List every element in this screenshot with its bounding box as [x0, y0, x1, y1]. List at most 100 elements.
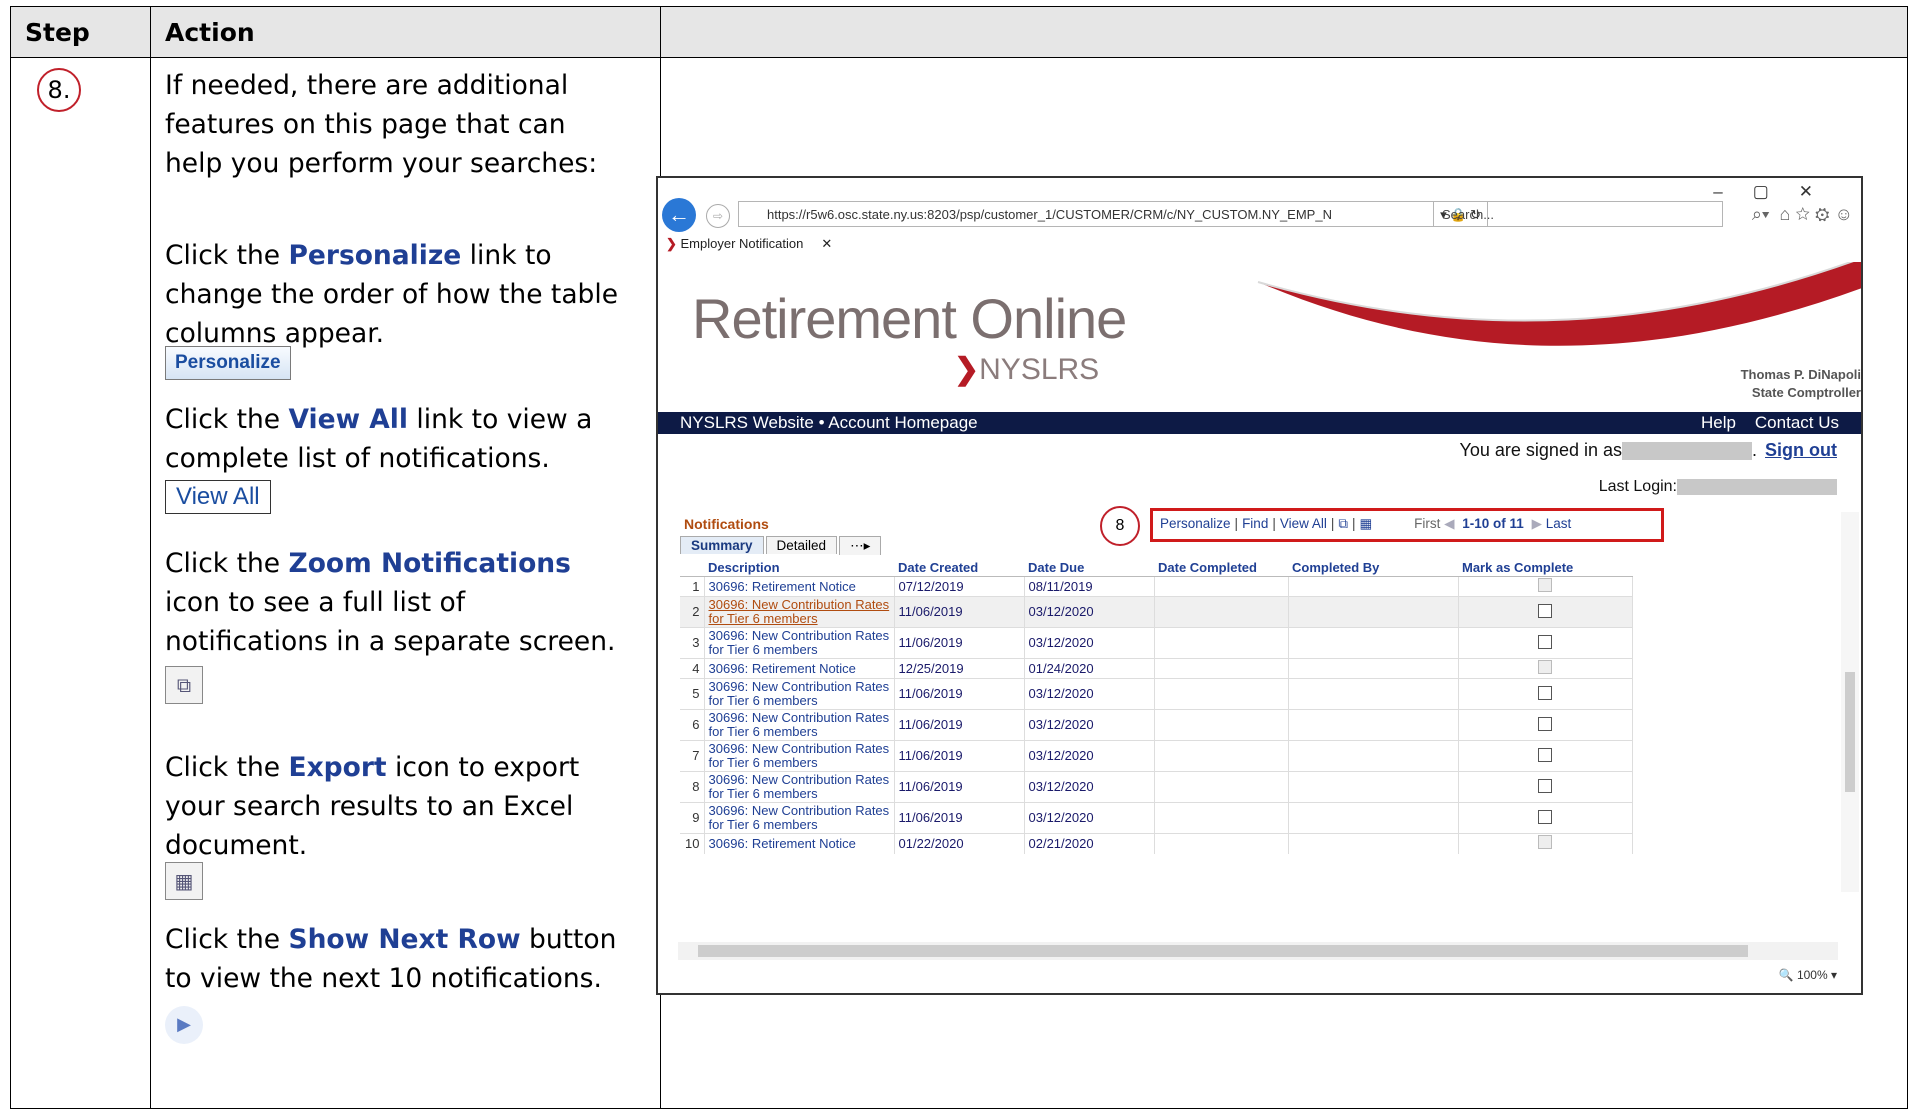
- row-count: 1-10 of 11: [1462, 516, 1524, 531]
- tab-detailed[interactable]: Detailed: [765, 536, 838, 554]
- date-completed: [1154, 709, 1289, 741]
- date-created: 11/06/2019: [894, 627, 1025, 659]
- zoom-level[interactable]: 🔍 100% ▾: [1779, 968, 1837, 982]
- zoom-icon[interactable]: ⧉: [1338, 516, 1348, 531]
- export-icon: ▦: [165, 862, 203, 900]
- date-created: 11/06/2019: [894, 802, 1025, 834]
- date-created: 11/06/2019: [894, 596, 1025, 628]
- notification-link[interactable]: 30696: Retirement Notice: [704, 576, 895, 597]
- notification-link[interactable]: 30696: Retirement Notice: [704, 658, 895, 679]
- notification-link[interactable]: 30696: New Contribution Rates for Tier 6…: [704, 802, 895, 834]
- mark-complete-cell: [1458, 771, 1633, 803]
- personalize-button-image: Personalize: [165, 346, 291, 380]
- date-completed: [1154, 596, 1289, 628]
- horizontal-scrollbar[interactable]: [678, 942, 1838, 960]
- completed-by: [1288, 576, 1459, 597]
- nav-right-links[interactable]: Help Contact Us: [1701, 412, 1839, 434]
- back-arrow-icon[interactable]: ←: [662, 198, 696, 232]
- browser-search-input[interactable]: Search...: [1433, 201, 1723, 227]
- browser-tab[interactable]: ❯ Employer Notification ✕: [666, 236, 906, 260]
- table-row: 10 30696: Retirement Notice 01/22/2020 02/2…: [680, 833, 1633, 854]
- last-link[interactable]: Last: [1546, 516, 1572, 531]
- date-completed: [1154, 658, 1289, 679]
- mark-complete-checkbox[interactable]: [1538, 747, 1552, 762]
- row-number: 1: [680, 576, 705, 597]
- table-row: 6 30696: New Contribution Rates for Tier …: [680, 709, 1633, 741]
- step-number-badge: 8.: [37, 68, 81, 112]
- viewall-instruction: Click the View All link to view a comple…: [165, 404, 593, 474]
- site-navbar: NYSLRS Website • Account Homepage Help C…: [658, 412, 1861, 434]
- find-link[interactable]: Find: [1242, 516, 1268, 531]
- viewall-term: View All: [288, 404, 408, 435]
- mark-complete-cell: [1458, 678, 1633, 710]
- window-controls[interactable]: –▢✕: [1713, 182, 1843, 202]
- next-row-icon[interactable]: ▶: [1532, 516, 1542, 531]
- notification-link[interactable]: 30696: New Contribution Rates for Tier 6…: [704, 596, 895, 628]
- date-created: 01/22/2020: [894, 833, 1025, 854]
- personalize-link[interactable]: Personalize: [1160, 516, 1231, 531]
- notification-link[interactable]: 30696: Retirement Notice: [704, 833, 895, 854]
- notification-link[interactable]: 30696: New Contribution Rates for Tier 6…: [704, 678, 895, 710]
- notification-link[interactable]: 30696: New Contribution Rates for Tier 6…: [704, 740, 895, 772]
- step-cell: 8.: [10, 57, 151, 1109]
- retirement-online-logo: Retirement Online: [692, 287, 1127, 350]
- redacted-date: [1677, 478, 1837, 495]
- mark-complete-checkbox: [1538, 660, 1552, 674]
- last-login: Last Login:: [1599, 478, 1837, 496]
- notification-link[interactable]: 30696: New Contribution Rates for Tier 6…: [704, 709, 895, 741]
- date-due: 03/12/2020: [1024, 678, 1155, 710]
- vertical-scrollbar[interactable]: [1841, 512, 1859, 892]
- view-all-link[interactable]: View All: [1280, 516, 1327, 531]
- prev-row-icon[interactable]: ◀: [1444, 516, 1454, 531]
- completed-by: [1288, 740, 1459, 772]
- notification-link[interactable]: 30696: New Contribution Rates for Tier 6…: [704, 771, 895, 803]
- comptroller-credit: Thomas P. DiNapoli State Comptroller: [1740, 367, 1861, 400]
- date-completed: [1154, 802, 1289, 834]
- zoom-notifications-icon: ⧉: [165, 666, 203, 704]
- export-instruction: Click the Export icon to export your sea…: [165, 752, 580, 861]
- mark-complete-cell: [1458, 833, 1633, 854]
- completed-by: [1288, 802, 1459, 834]
- mark-complete-cell: [1458, 627, 1633, 659]
- show-next-row-icon: ▶: [165, 1006, 203, 1044]
- forward-arrow-icon[interactable]: ⇨: [706, 204, 730, 228]
- date-completed: [1154, 771, 1289, 803]
- browser-screenshot: –▢✕ ← ⇨ https://r5w6.osc.state.ny.us:820…: [656, 176, 1863, 995]
- completed-by: [1288, 658, 1459, 679]
- nav-left-links[interactable]: NYSLRS Website • Account Homepage: [680, 412, 978, 434]
- date-completed: [1154, 833, 1289, 854]
- address-bar[interactable]: https://r5w6.osc.state.ny.us:8203/psp/cu…: [738, 201, 1488, 227]
- table-row: 7 30696: New Contribution Rates for Tier …: [680, 740, 1633, 772]
- date-created: 11/06/2019: [894, 771, 1025, 803]
- notification-link[interactable]: 30696: New Contribution Rates for Tier 6…: [704, 627, 895, 659]
- mark-complete-checkbox[interactable]: [1538, 634, 1552, 649]
- completed-by: [1288, 678, 1459, 710]
- table-header-row: Description Date Created Date Due Date C…: [680, 558, 1632, 577]
- mark-complete-checkbox[interactable]: [1538, 685, 1552, 700]
- mark-complete-checkbox[interactable]: [1538, 603, 1552, 618]
- date-due: 03/12/2020: [1024, 627, 1155, 659]
- mark-complete-cell: [1458, 576, 1633, 597]
- date-due: 03/12/2020: [1024, 771, 1155, 803]
- col-date-created: Date Created: [894, 558, 1024, 577]
- browser-toolbar: –▢✕ ← ⇨ https://r5w6.osc.state.ny.us:820…: [658, 178, 1861, 240]
- sign-out-link[interactable]: Sign out: [1765, 440, 1837, 460]
- completed-by: [1288, 709, 1459, 741]
- export-grid-icon[interactable]: ▦: [1360, 516, 1373, 531]
- mark-complete-checkbox[interactable]: [1538, 716, 1552, 731]
- mark-complete-cell: [1458, 740, 1633, 772]
- date-completed: [1154, 627, 1289, 659]
- grid-title: Notifications: [684, 516, 769, 532]
- mark-complete-checkbox: [1538, 835, 1552, 850]
- col-completed-by: Completed By: [1288, 558, 1458, 577]
- first-link[interactable]: First: [1414, 516, 1440, 531]
- mark-complete-checkbox[interactable]: [1538, 778, 1552, 793]
- tab-summary[interactable]: Summary: [680, 536, 764, 554]
- table-row: 1 30696: Retirement Notice 07/12/2019 08/11…: [680, 576, 1633, 597]
- notifications-grid: Notifications 8 Personalize | Find | View Al…: [680, 506, 1782, 854]
- toolbar-icons[interactable]: ⌕▾ ⌂ ☆ ⚙ ☺: [1752, 204, 1853, 225]
- mark-complete-checkbox[interactable]: [1538, 809, 1552, 824]
- show-all-columns-icon[interactable]: ⋯▸: [839, 536, 882, 555]
- mark-complete-cell: [1458, 709, 1633, 741]
- callout-badge: 8: [1100, 506, 1140, 546]
